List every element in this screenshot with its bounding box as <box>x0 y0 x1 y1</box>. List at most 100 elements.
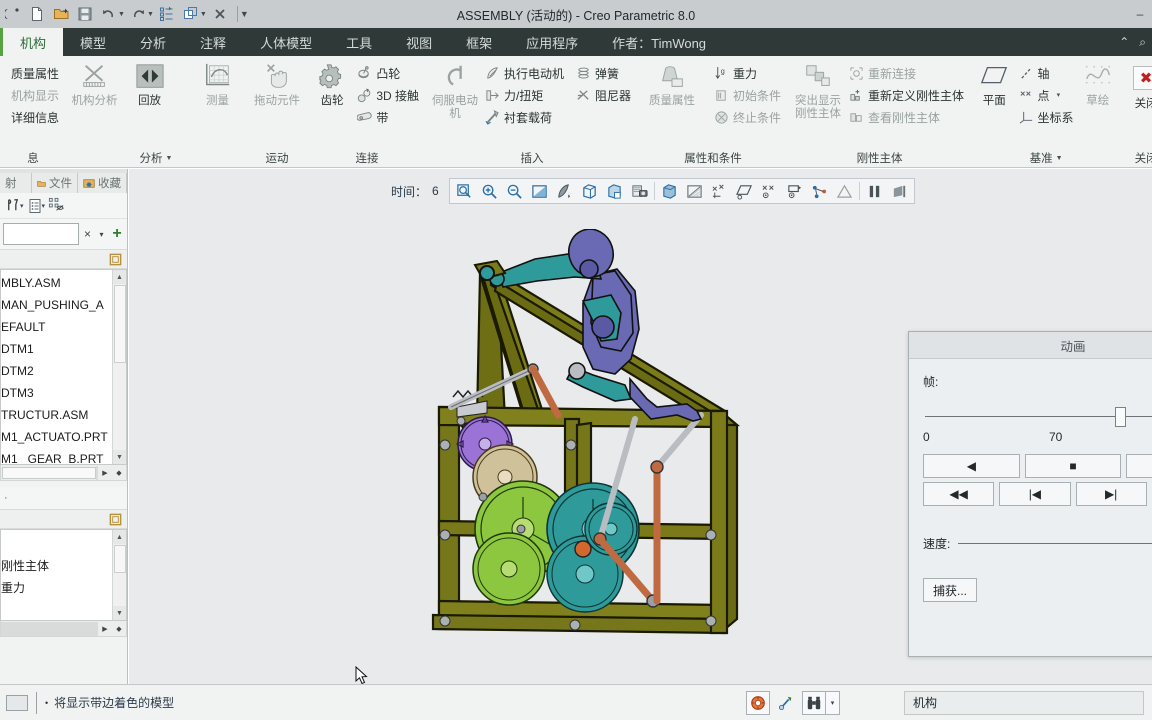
ribbon-item-mass-properties[interactable]: 质量属性 <box>3 62 63 84</box>
search-dropdown-caret-icon[interactable]: ▾ <box>96 230 107 239</box>
list-item[interactable]: MBLY.ASM <box>1 272 126 294</box>
list-item[interactable]: 刚性主体 <box>1 554 126 576</box>
pause-icon[interactable] <box>862 179 887 203</box>
ribbon-item-datum-point[interactable]: 点 ▾ <box>1015 84 1078 106</box>
ribbon-item-measure[interactable]: 测量 <box>192 60 243 108</box>
repaint-icon[interactable] <box>552 179 577 203</box>
ribbon-item-sketch[interactable]: 草绘 <box>1078 60 1118 108</box>
list-item[interactable]: DTM1 <box>1 338 126 360</box>
creo-logo-icon[interactable] <box>2 3 24 25</box>
named-view-icon[interactable] <box>577 179 602 203</box>
ribbon-item-gravity[interactable]: g 重力 <box>710 62 785 84</box>
scroll-thumb[interactable] <box>113 285 126 363</box>
ribbon-item-highlight-rigid-body[interactable]: 突出显示刚性主体 <box>791 60 845 121</box>
ribbon-item-mass-properties-large[interactable]: 质量属性 <box>641 60 703 108</box>
ribbon-item-details[interactable]: 详细信息 <box>3 106 63 128</box>
list-item[interactable]: DTM3 <box>1 382 126 404</box>
ribbon-item-datum-axis[interactable]: 轴 <box>1015 62 1078 84</box>
scroll-up-arrow-icon[interactable]: ▲ <box>112 270 126 284</box>
open-folder-icon[interactable] <box>50 3 72 25</box>
new-file-icon[interactable] <box>26 3 48 25</box>
refit-icon[interactable] <box>527 179 552 203</box>
scroll-up-arrow-icon[interactable]: ▲ <box>112 530 126 544</box>
customize-qat-caret[interactable]: ▼ <box>240 9 249 19</box>
list-item[interactable]: M1_ACTUATO.PRT <box>1 426 126 448</box>
ribbon-item-bushing-load[interactable]: 衬套载荷 <box>481 106 568 128</box>
stop-button[interactable]: ■ <box>1024 454 1122 478</box>
scroll-end-icon[interactable]: ◆ <box>112 625 126 633</box>
navigator-tab-model[interactable]: 射 <box>0 173 32 193</box>
list-item[interactable]: TRUCTUR.ASM <box>1 404 126 426</box>
minimize-button[interactable]: – <box>1130 7 1150 21</box>
tab-manikin[interactable]: 人体模型 <box>243 28 329 56</box>
scroll-thumb[interactable] <box>113 545 126 573</box>
mode-field[interactable]: 机构 <box>904 690 1144 715</box>
rewind-button[interactable]: ◀◀ <box>923 482 995 506</box>
scroll-thumb[interactable] <box>2 466 96 479</box>
tab-applications[interactable]: 应用程序 <box>509 28 595 56</box>
ribbon-item-damper[interactable]: 阻尼器 <box>572 84 635 106</box>
ribbon-item-reconnect[interactable]: 重新连接 <box>845 62 968 84</box>
tab-framework[interactable]: 框架 <box>449 28 509 56</box>
assembly-3d-model[interactable] <box>425 228 755 649</box>
scroll-right-arrow-icon[interactable]: ▶ <box>98 469 112 477</box>
navigator-tab-files[interactable]: 文件 <box>32 173 78 193</box>
tab-view[interactable]: 视图 <box>389 28 449 56</box>
scroll-down-arrow-icon[interactable]: ▼ <box>112 606 126 620</box>
model-tree[interactable]: MBLY.ASM MAN_PUSHING_A EFAULT DTM1 DTM2 … <box>0 269 127 465</box>
tree-vertical-scrollbar[interactable]: ▲ ▼ <box>112 270 126 464</box>
display-list-icon[interactable] <box>27 198 43 214</box>
navigator-tab-favorites[interactable]: 收藏 <box>78 173 127 193</box>
list-item[interactable]: 重力 <box>1 576 126 598</box>
ribbon-item-initial-condition[interactable]: 初始条件 <box>710 84 785 106</box>
tab-author[interactable]: 作者：TimWong <box>595 28 723 56</box>
selection-filter-icon[interactable] <box>746 690 770 715</box>
help-search-icon[interactable]: ⌕ <box>1139 35 1146 50</box>
search-binoculars-icon[interactable] <box>802 690 826 715</box>
ribbon-group-title[interactable]: 基准 ▼ <box>971 149 1121 167</box>
mechanism-tree-horizontal-scrollbar[interactable]: ▶ ◆ <box>0 621 127 637</box>
ribbon-item-datum-plane[interactable]: 平面 <box>974 60 1014 108</box>
settings-caret-icon[interactable]: ▾ <box>20 202 24 210</box>
redo-icon[interactable] <box>127 3 149 25</box>
ribbon-item-servo-motor[interactable]: 伺服电动机 <box>429 60 481 121</box>
stop-playback-icon[interactable] <box>887 179 912 203</box>
play-forward-button[interactable]: ▶ <box>1126 454 1152 478</box>
search-clear-icon[interactable]: × <box>82 227 93 241</box>
chevron-down-icon[interactable]: ▼ <box>166 155 173 162</box>
scroll-end-icon[interactable]: ◆ <box>112 469 126 477</box>
ribbon-item-termination-condition[interactable]: 终止条件 <box>710 106 785 128</box>
nav-sketcher-icon[interactable] <box>774 691 798 715</box>
zoom-in-icon[interactable] <box>477 179 502 203</box>
search-input[interactable] <box>3 223 79 245</box>
ribbon-item-gear[interactable]: 齿轮 <box>311 60 353 108</box>
list-item[interactable]: DTM2 <box>1 360 126 382</box>
mechanism-tree-vertical-scrollbar[interactable]: ▲ ▼ <box>112 530 126 620</box>
scroll-track[interactable] <box>1 621 98 636</box>
ribbon-item-belt[interactable]: 带 <box>353 106 423 128</box>
save-view-icon[interactable] <box>627 179 652 203</box>
view-manager-icon[interactable] <box>602 179 627 203</box>
ribbon-item-mechanism-analysis[interactable]: 机构分析 <box>69 60 120 108</box>
play-reverse-button[interactable]: ◀ <box>923 454 1020 478</box>
list-item[interactable]: M1_ GEAR_B.PRT <box>1 448 126 464</box>
capture-button[interactable]: 捕获... <box>923 578 977 602</box>
list-item[interactable]: EFAULT <box>1 316 126 338</box>
settings-tools-icon[interactable] <box>4 197 21 214</box>
regenerate-icon[interactable] <box>156 3 178 25</box>
scroll-down-arrow-icon[interactable]: ▼ <box>112 450 126 464</box>
add-item-icon[interactable]: + <box>110 225 124 243</box>
ribbon-item-redefine-rigid-body[interactable]: 重新定义刚性主体 <box>845 84 968 106</box>
next-frame-button[interactable]: ▶| <box>1075 482 1147 506</box>
point-display-icon[interactable] <box>782 179 807 203</box>
window-dropdown-caret[interactable]: ▼ <box>200 11 207 18</box>
tree-column-settings-icon[interactable] <box>108 512 123 527</box>
list-item[interactable]: MAN_PUSHING_A <box>1 294 126 316</box>
tree-horizontal-scrollbar[interactable]: ▶ ◆ <box>0 465 127 481</box>
ribbon-item-3d-contact[interactable]: 3D 接触 <box>353 84 423 106</box>
zoom-to-fit-icon[interactable] <box>452 179 477 203</box>
ribbon-item-force-motor[interactable]: 执行电动机 <box>481 62 568 84</box>
display-style-icon[interactable] <box>682 179 707 203</box>
chevron-down-icon[interactable]: ▼ <box>1056 155 1063 162</box>
ribbon-item-force-torque[interactable]: 力/扭矩 <box>481 84 568 106</box>
